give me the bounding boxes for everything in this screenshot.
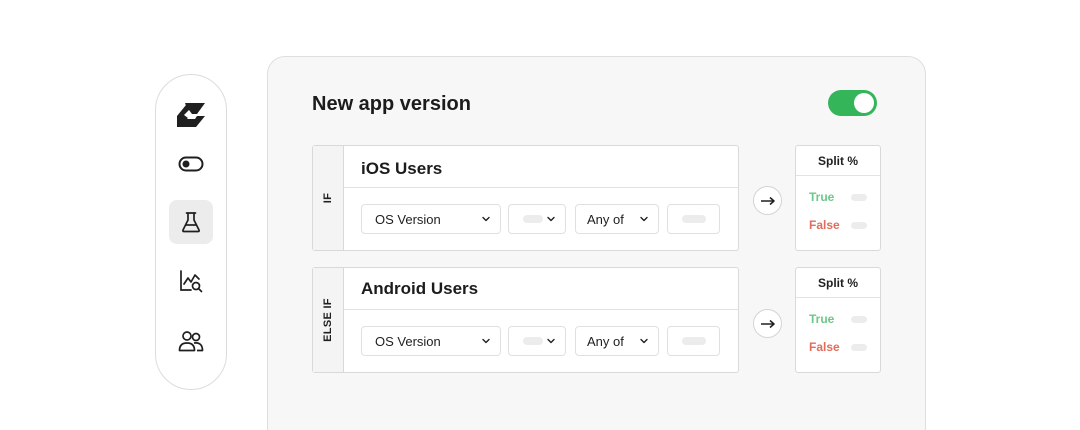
arrow-right-icon (753, 309, 782, 338)
placeholder-pill (681, 215, 706, 223)
chevron-down-icon (547, 338, 555, 344)
value-input[interactable] (667, 204, 720, 234)
condition-block-else-if: ELSE IF Android Users OS Version Any of (312, 267, 739, 373)
enable-toggle[interactable] (828, 90, 877, 116)
split-false-row[interactable]: False (809, 340, 867, 354)
placeholder-pill (851, 343, 867, 351)
chart-search-icon[interactable] (169, 259, 213, 303)
split-box: Split % True False (795, 145, 881, 251)
split-false-row[interactable]: False (809, 218, 867, 232)
condition-block-if: IF iOS Users OS Version Any of (312, 145, 739, 251)
comparator-select[interactable] (508, 326, 566, 356)
logo-icon[interactable] (169, 93, 213, 137)
chevron-down-icon (640, 338, 648, 344)
placeholder-pill (851, 315, 867, 323)
sidebar (155, 74, 227, 390)
divider (344, 309, 738, 310)
flag-panel: New app version IF iOS Users OS Version … (267, 56, 926, 430)
condition-name: iOS Users (361, 159, 443, 178)
placeholder-pill (523, 215, 543, 223)
placeholder-pill (851, 193, 867, 201)
condition-name: Android Users (361, 279, 479, 298)
chevron-down-icon (482, 338, 490, 344)
arrow-right-icon (753, 186, 782, 215)
placeholder-pill (681, 337, 706, 345)
flask-icon[interactable] (169, 200, 213, 244)
operator-select[interactable]: Any of (575, 326, 659, 356)
split-header: Split % (796, 146, 880, 176)
divider (344, 187, 738, 188)
toggle-icon[interactable] (169, 142, 213, 186)
split-header: Split % (796, 268, 880, 298)
placeholder-pill (523, 337, 543, 345)
value-input[interactable] (667, 326, 720, 356)
split-true-row[interactable]: True (809, 190, 867, 204)
split-box: Split % True False (795, 267, 881, 373)
condition-tag: IF (313, 146, 344, 250)
operator-select[interactable]: Any of (575, 204, 659, 234)
comparator-select[interactable] (508, 204, 566, 234)
condition-tag: ELSE IF (313, 268, 344, 372)
toggle-knob (854, 93, 874, 113)
chevron-down-icon (640, 216, 648, 222)
attribute-select[interactable]: OS Version (361, 326, 501, 356)
chevron-down-icon (547, 216, 555, 222)
placeholder-pill (851, 221, 867, 229)
split-true-row[interactable]: True (809, 312, 867, 326)
chevron-down-icon (482, 216, 490, 222)
panel-title: New app version (312, 93, 471, 115)
users-icon[interactable] (169, 319, 213, 363)
attribute-select[interactable]: OS Version (361, 204, 501, 234)
